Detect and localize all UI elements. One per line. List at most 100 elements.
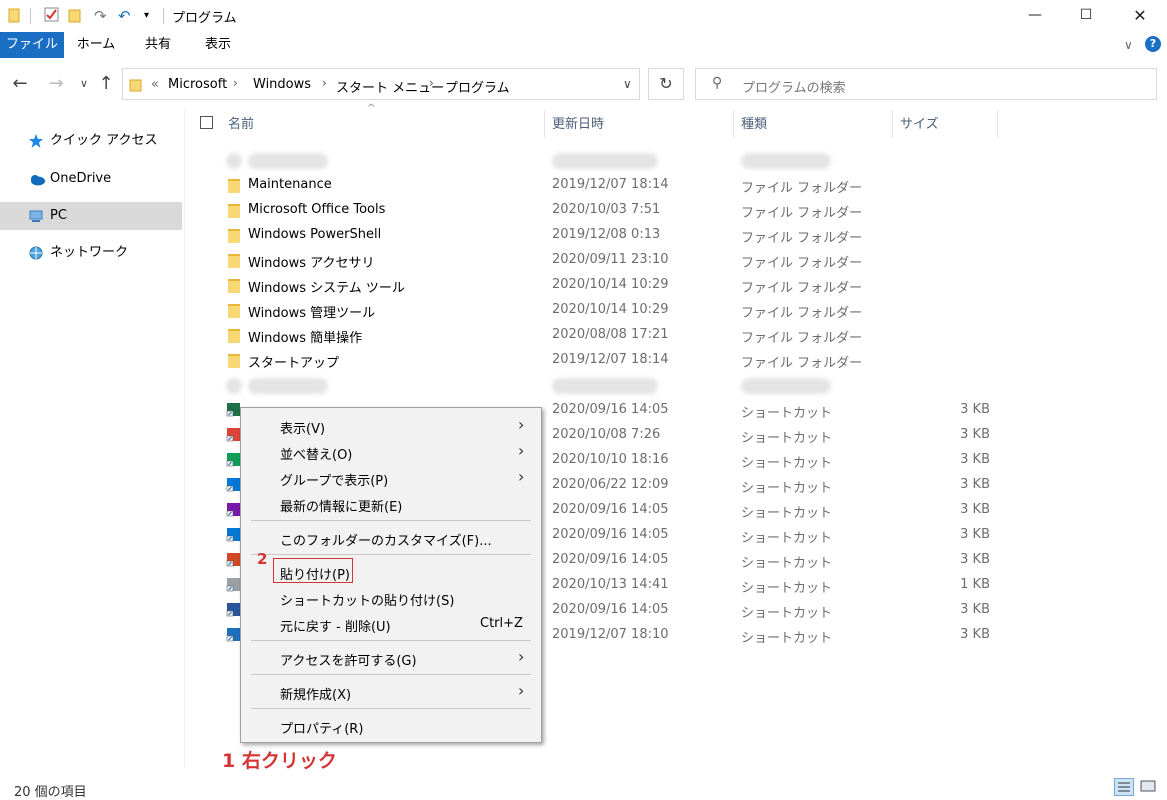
tab-view[interactable]: 表示 — [194, 32, 242, 58]
file-name: Windows システム ツール — [248, 281, 405, 296]
redo-icon[interactable]: ↷ — [94, 7, 108, 25]
new-folder-icon[interactable] — [68, 7, 82, 23]
menu-label: アクセスを許可する(G) — [280, 654, 417, 669]
column-header-size[interactable]: サイズ — [900, 112, 939, 138]
folder-row[interactable]: スタートアップ 2019/12/07 18:14 ファイル フォルダー — [200, 348, 1000, 373]
large-icons-view-button[interactable] — [1139, 778, 1159, 796]
search-box[interactable]: ⚲ プログラムの検索 — [695, 68, 1157, 100]
menu-item-paste-shortcut[interactable]: ショートカットの貼り付け(S) — [241, 585, 541, 611]
column-divider[interactable] — [892, 110, 893, 138]
folder-icon — [228, 229, 240, 243]
maximize-button[interactable]: ☐ — [1063, 0, 1109, 30]
redacted-row[interactable] — [200, 373, 1000, 398]
file-type: ファイル フォルダー — [741, 231, 863, 246]
breadcrumb-separator-icon[interactable]: › — [322, 76, 327, 90]
file-name: Microsoft Office Tools — [248, 202, 386, 217]
address-dropdown-chevron-icon[interactable]: ∨ — [623, 77, 632, 91]
folder-row[interactable]: Windows 管理ツール 2020/10/14 10:29 ファイル フォルダー — [200, 298, 1000, 323]
title-bar: ↷ ↶ ▾ プログラム — ☐ ✕ — [0, 0, 1167, 30]
menu-item-refresh[interactable]: 最新の情報に更新(E) — [241, 491, 541, 517]
cloud-icon — [28, 171, 45, 187]
breadcrumb-programs[interactable]: プログラム — [445, 77, 510, 96]
details-view-button[interactable] — [1114, 778, 1134, 796]
nav-label: クイック アクセス — [50, 133, 158, 148]
menu-item-properties[interactable]: プロパティ(R) — [241, 713, 541, 739]
back-button[interactable]: ← — [8, 72, 32, 96]
submenu-arrow-icon: › — [518, 415, 525, 434]
select-all-checkbox[interactable] — [200, 116, 213, 129]
menu-item-give-access[interactable]: アクセスを許可する(G) › — [241, 645, 541, 671]
menu-label: このフォルダーのカスタマイズ(F)... — [280, 534, 492, 549]
tab-file[interactable]: ファイル — [0, 32, 64, 58]
refresh-button[interactable]: ↻ — [648, 68, 684, 100]
customize-toolbar-chevron-icon[interactable]: ▾ — [144, 10, 158, 26]
nav-item-network[interactable]: ネットワーク — [0, 240, 182, 266]
file-size: 3 KB — [960, 402, 990, 417]
file-size: 3 KB — [960, 452, 990, 467]
network-icon — [28, 245, 44, 261]
minimize-button[interactable]: — — [1012, 0, 1058, 30]
column-divider[interactable] — [733, 110, 734, 138]
folder-icon — [228, 279, 240, 293]
nav-item-quick-access[interactable]: クイック アクセス — [0, 128, 182, 154]
file-date: 2020/09/16 14:05 — [552, 552, 669, 567]
menu-item-new[interactable]: 新規作成(X) › — [241, 679, 541, 705]
properties-icon[interactable] — [44, 7, 59, 23]
forward-button[interactable]: → — [44, 72, 68, 96]
menu-separator — [251, 708, 531, 709]
menu-item-sort[interactable]: 並べ替え(O) › — [241, 439, 541, 465]
breadcrumb-separator-icon[interactable]: › — [233, 76, 238, 90]
breadcrumb-start-menu[interactable]: スタート メニュー — [336, 77, 444, 96]
tab-share[interactable]: 共有 — [134, 32, 182, 58]
file-name: Windows PowerShell — [248, 227, 382, 242]
folder-row[interactable]: Maintenance 2019/12/07 18:14 ファイル フォルダー — [200, 173, 1000, 198]
breadcrumb-microsoft[interactable]: Microsoft — [168, 77, 227, 92]
menu-item-group[interactable]: グループで表示(P) › — [241, 465, 541, 491]
file-date: 2020/09/11 23:10 — [552, 252, 669, 267]
column-header-date[interactable]: 更新日時 — [552, 112, 604, 138]
submenu-arrow-icon: › — [518, 441, 525, 460]
menu-item-customize[interactable]: このフォルダーのカスタマイズ(F)... — [241, 525, 541, 551]
close-button[interactable]: ✕ — [1117, 0, 1163, 30]
redacted-blur — [248, 153, 328, 169]
column-header-type[interactable]: 種類 — [741, 112, 767, 138]
recent-locations-chevron-icon[interactable]: ∨ — [72, 72, 96, 96]
file-size: 3 KB — [960, 627, 990, 642]
ribbon-expand-chevron-icon[interactable]: ∨ — [1124, 38, 1133, 52]
menu-item-undo[interactable]: 元に戻す - 削除(U) Ctrl+Z — [241, 611, 541, 637]
folder-row[interactable]: Windows PowerShell 2019/12/08 0:13 ファイル フォ… — [200, 223, 1000, 248]
file-date: 2020/09/16 14:05 — [552, 602, 669, 617]
breadcrumb-overflow[interactable]: « — [151, 77, 159, 92]
nav-item-pc[interactable]: PC — [0, 202, 182, 230]
file-date: 2020/10/14 10:29 — [552, 302, 669, 317]
tab-home[interactable]: ホーム — [72, 32, 120, 58]
undo-icon[interactable]: ↶ — [118, 7, 132, 25]
folder-row[interactable]: Windows システム ツール 2020/10/14 10:29 ファイル フォル… — [200, 273, 1000, 298]
nav-item-onedrive[interactable]: OneDrive — [0, 166, 182, 192]
file-date: 2020/09/16 14:05 — [552, 527, 669, 542]
menu-shortcut: Ctrl+Z — [480, 616, 523, 631]
search-input[interactable]: プログラムの検索 — [742, 77, 846, 96]
file-size: 3 KB — [960, 602, 990, 617]
up-button[interactable]: ↑ — [94, 72, 118, 96]
folder-row[interactable]: Windows 簡単操作 2020/08/08 17:21 ファイル フォルダー — [200, 323, 1000, 348]
redacted-row[interactable] — [200, 148, 1000, 173]
folder-row[interactable]: Microsoft Office Tools 2020/10/03 7:51 ファイ… — [200, 198, 1000, 223]
folder-icon — [228, 329, 240, 343]
column-divider[interactable] — [997, 110, 998, 138]
file-name: Windows 簡単操作 — [248, 331, 363, 346]
ribbon-tabs: ファイル ホーム 共有 表示 ∨ ? — [0, 32, 1167, 60]
folder-icon — [228, 179, 240, 193]
status-item-count: 20 個の項目 — [14, 785, 87, 800]
breadcrumb-windows[interactable]: Windows — [253, 77, 311, 92]
file-type: ファイル フォルダー — [741, 281, 863, 296]
column-divider[interactable] — [544, 110, 545, 138]
column-header-name[interactable]: 名前 — [228, 112, 254, 138]
menu-item-view[interactable]: 表示(V) › — [241, 413, 541, 439]
breadcrumb-separator-icon[interactable]: › — [429, 76, 434, 90]
address-bar[interactable]: « Microsoft › Windows › スタート メニュー › プログラ… — [122, 68, 640, 100]
shortcut-icon — [226, 552, 241, 567]
menu-label: 新規作成(X) — [280, 688, 352, 703]
help-icon[interactable]: ? — [1145, 36, 1161, 52]
folder-row[interactable]: Windows アクセサリ 2020/09/11 23:10 ファイル フォルダー — [200, 248, 1000, 273]
